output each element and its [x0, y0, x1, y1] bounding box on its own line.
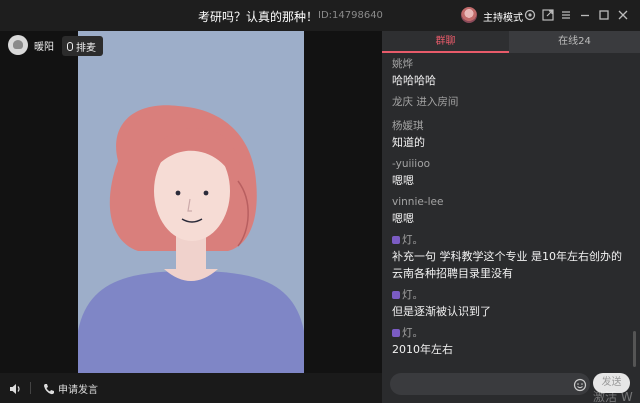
speaker-icon[interactable]	[8, 381, 22, 400]
video-stage: 暖阳 排麦	[0, 31, 382, 373]
host-avatar[interactable]	[461, 7, 477, 23]
chat-message: -yuiiioo 嗯嗯	[392, 157, 630, 189]
bottom-toolbar: 申请发言	[0, 373, 382, 403]
chat-message: vinnie-lee 嗯嗯	[392, 195, 630, 227]
chat-message: 灯。 但是逐渐被认识到了	[392, 288, 630, 320]
sender-name: 灯。	[402, 289, 423, 301]
message-text: 知道的	[392, 136, 425, 149]
activation-watermark: 激活 W	[593, 390, 633, 403]
title-bar: 考研吗？认真的那种！ ID:14798640 主持模式	[0, 0, 640, 31]
chat-message: 姚烨 哈哈哈哈	[392, 57, 630, 89]
chat-input[interactable]	[390, 373, 590, 395]
emoji-icon[interactable]	[573, 377, 587, 396]
chat-message: 灯。 2010年左右	[392, 326, 630, 358]
video-feed	[78, 31, 304, 373]
mic-icon	[67, 41, 73, 51]
sender-name-row[interactable]: 灯。	[392, 326, 630, 341]
chat-message: 杨媛琪 知道的	[392, 119, 630, 151]
tab-online[interactable]: 在线24	[509, 31, 640, 53]
sender-name-row[interactable]: 灯。	[392, 288, 630, 303]
member-badge-icon	[392, 291, 400, 299]
host-mode-label[interactable]: 主持模式	[483, 9, 523, 24]
chat-message: 灯。 补充一句 学科教学这个专业 是10年左右创办的 云南各种招聘目录里没有	[392, 233, 630, 282]
sender-name[interactable]: 杨媛琪	[392, 119, 630, 134]
speaker-illustration	[78, 105, 304, 373]
user-chip[interactable]: 暖阳	[8, 35, 54, 55]
queue-label: 排麦	[76, 42, 96, 54]
sender-name[interactable]: 姚烨	[392, 57, 630, 72]
apply-speak-button[interactable]: 申请发言	[58, 381, 98, 396]
chat-scrollbar[interactable]	[633, 331, 636, 367]
queue-button[interactable]: 排麦	[62, 36, 103, 56]
message-text: 补充一句 学科教学这个专业 是10年左右创办的 云南各种招聘目录里没有	[392, 250, 622, 280]
message-text: 但是逐渐被认识到了	[392, 305, 491, 318]
message-list: 姚烨 哈哈哈哈 龙庆 进入房间 杨媛琪 知道的 -yuiiioo 嗯嗯 vinn…	[392, 57, 630, 364]
sender-name-row[interactable]: 灯。	[392, 233, 630, 248]
tab-group-chat[interactable]: 群聊	[382, 31, 509, 53]
sender-name: 灯。	[402, 327, 423, 339]
room-title: 考研吗？认真的那种！	[198, 10, 319, 24]
room-id: ID:14798640	[318, 10, 383, 21]
chat-panel: 群聊 在线24 姚烨 哈哈哈哈 龙庆 进入房间 杨媛琪 知道的 -yuiiioo…	[382, 31, 640, 403]
message-text: 2010年左右	[392, 343, 453, 356]
user-name: 暖阳	[34, 41, 54, 53]
minimize-icon[interactable]	[578, 8, 592, 22]
sender-name: 灯。	[402, 234, 423, 246]
user-avatar	[8, 35, 28, 55]
menu-icon[interactable]	[559, 8, 573, 22]
sender-name[interactable]: vinnie-lee	[392, 195, 630, 210]
sender-name[interactable]: -yuiiioo	[392, 157, 630, 172]
message-text: 嗯嗯	[392, 212, 414, 225]
message-text: 哈哈哈哈	[392, 74, 436, 87]
member-badge-icon	[392, 329, 400, 337]
member-badge-icon	[392, 236, 400, 244]
divider	[30, 382, 31, 394]
settings-icon[interactable]	[523, 8, 537, 22]
message-text: 嗯嗯	[392, 174, 414, 187]
close-icon[interactable]	[616, 8, 630, 22]
system-message: 龙庆 进入房间	[392, 96, 459, 108]
phone-icon[interactable]	[42, 381, 56, 400]
popout-icon[interactable]	[541, 8, 555, 22]
maximize-icon[interactable]	[597, 8, 611, 22]
chat-tabs: 群聊 在线24	[382, 31, 640, 53]
